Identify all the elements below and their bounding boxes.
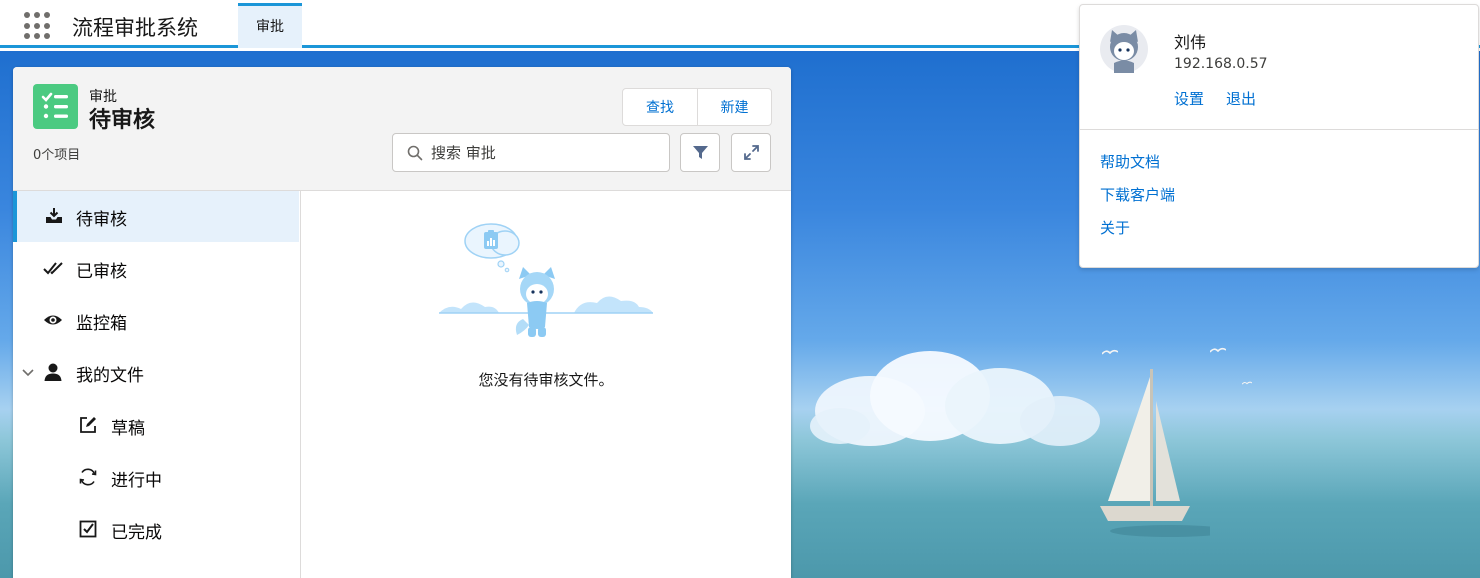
search-box [392, 133, 670, 172]
new-button[interactable]: 新建 [697, 89, 771, 125]
double-check-icon [43, 262, 63, 275]
item-count: 0个项目 [33, 148, 81, 163]
expand-icon [744, 145, 759, 160]
seagull-image [1102, 349, 1118, 355]
chevron-down-icon[interactable] [21, 362, 35, 382]
list-view-header: 审批 待审核 0个项目 查找 新建 [13, 67, 791, 191]
eye-icon [44, 315, 62, 325]
search-input[interactable] [431, 134, 661, 171]
user-icon [44, 363, 62, 381]
settings-link[interactable]: 设置 [1174, 88, 1204, 109]
list-view-card: 审批 待审核 0个项目 查找 新建 搜索 审批 待审核 已审核 监控箱 我的文件… [13, 67, 791, 578]
filter-button[interactable] [680, 133, 720, 172]
sidebar-item-label: 我的文件 [76, 366, 144, 386]
logout-link[interactable]: 退出 [1226, 88, 1256, 109]
app-launcher-icon[interactable] [24, 12, 52, 40]
cloud-image [810, 351, 1100, 446]
seagull-image [1210, 347, 1226, 353]
header-button-group: 查找 新建 [622, 88, 772, 126]
user-ip: 192.168.0.57 [1174, 56, 1268, 72]
expand-button[interactable] [731, 133, 771, 172]
avatar [1100, 25, 1148, 73]
sidebar-item-label: 监控箱 [76, 314, 127, 334]
help-docs-link[interactable]: 帮助文档 [1100, 151, 1160, 172]
search-icon [407, 145, 423, 161]
empty-state-illustration [439, 223, 653, 337]
task-list-icon [33, 84, 78, 129]
sidebar-item-reviewed[interactable]: 已审核 [13, 243, 299, 294]
find-button[interactable]: 查找 [623, 89, 697, 125]
divider [1080, 129, 1478, 130]
about-link[interactable]: 关于 [1100, 217, 1130, 238]
inbox-download-icon [46, 208, 62, 223]
sidebar-item-completed[interactable]: 已完成 [13, 504, 299, 555]
sidebar-item-in-progress[interactable]: 进行中 [13, 452, 299, 503]
sidebar-item-monitor[interactable]: 监控箱 [13, 295, 299, 346]
sidebar-nav: 待审核 已审核 监控箱 我的文件 草稿 进行中 已完成 [13, 191, 301, 578]
sidebar-item-drafts[interactable]: 草稿 [13, 400, 299, 451]
sidebar-item-label: 草稿 [111, 419, 145, 439]
sidebar-item-my-files[interactable]: 我的文件 [13, 347, 299, 398]
page-title: 待审核 [89, 108, 156, 133]
empty-state: 您没有待审核文件。 [301, 191, 791, 578]
tab-approval[interactable]: 审批 [238, 3, 302, 48]
seagull-image [1242, 381, 1252, 385]
sidebar-item-label: 已完成 [111, 523, 162, 543]
checkbox-icon [79, 520, 97, 538]
app-title: 流程审批系统 [72, 16, 198, 40]
user-name: 刘伟 [1174, 33, 1207, 52]
empty-state-message: 您没有待审核文件。 [478, 371, 614, 389]
edit-icon [80, 417, 96, 433]
sidebar-item-pending[interactable]: 待审核 [13, 191, 299, 242]
filter-icon [693, 146, 708, 159]
sidebar-item-label: 待审核 [76, 210, 127, 230]
refresh-icon [79, 468, 97, 486]
download-client-link[interactable]: 下载客户端 [1100, 184, 1175, 205]
user-profile-popover: 刘伟 192.168.0.57 设置 退出 帮助文档 下载客户端 关于 [1079, 4, 1479, 268]
sidebar-item-label: 已审核 [76, 262, 127, 282]
sidebar-item-label: 进行中 [111, 471, 162, 491]
sailboat-image [1100, 369, 1210, 537]
